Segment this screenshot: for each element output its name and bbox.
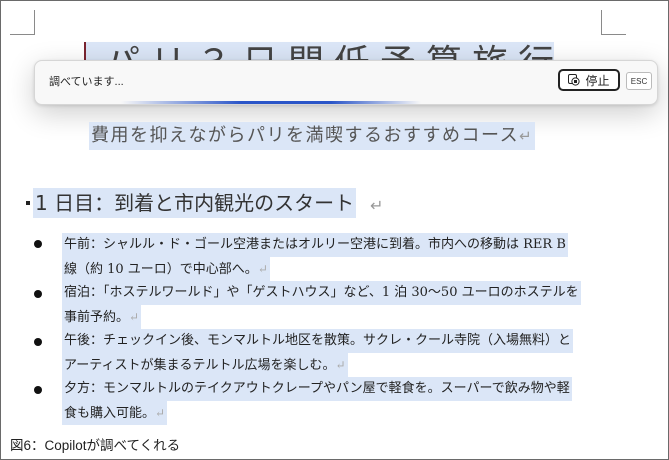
paragraph-mark: ↵: [370, 196, 384, 215]
bullet-icon: [34, 240, 42, 248]
paragraph-mark: ↵: [257, 262, 268, 276]
list-item-text: 事前予約。: [64, 310, 130, 325]
list-item-line: 線（約 10 ユーロ）で中心部へ。↵: [62, 257, 270, 281]
paragraph-mark: ↵: [335, 358, 346, 372]
bullet-icon: [34, 290, 42, 298]
stop-icon: [568, 74, 581, 86]
paragraph-mark: ↵: [155, 406, 166, 420]
bullet-icon: [34, 338, 42, 346]
list-item-line: 午前：シャルル・ド・ゴール空港またはオルリー空港に到着。市内への移動は RER …: [62, 233, 568, 257]
day1-heading-text: 1 日目：到着と市内観光のスタート: [35, 191, 355, 215]
subtitle-text: 費用を抑えながらパリを満喫するおすすめコース: [91, 125, 520, 146]
crop-mark-top-left: [10, 10, 35, 35]
list-item-text: 午前：シャルル・ド・ゴール空港またはオルリー空港に到着。市内への移動は RER …: [64, 237, 566, 252]
list-item-line: 食も購入可能。↵: [62, 401, 168, 425]
list-item-line: アーティストが集まるテルトル広場を楽しむ。↵: [62, 353, 348, 377]
heading-list-marker: [26, 201, 30, 205]
list-item-text: 午後：チェックイン後、モンマルトル地区を散策。サクレ・クール寺院（入場無料）と: [64, 333, 572, 348]
list-item-line: 事前予約。↵: [62, 305, 142, 329]
stop-button-label: 停止: [585, 73, 610, 88]
copilot-popup: 調べています... 停止 ESC: [34, 60, 658, 105]
paragraph-mark: ↵: [519, 127, 534, 145]
figure-caption: 図6：Copilotが調べてくれる: [10, 438, 181, 453]
list-item-text: 宿泊：「ホステルワールド」や「ゲストハウス」など、1 泊 30〜50 ユーロのホ…: [64, 285, 579, 300]
list-item-line: 夕方：モンマルトルのテイクアウトクレープやパン屋で軽食を。スーパーで飲み物や軽: [62, 377, 572, 401]
list-item-text: 線（約 10 ユーロ）で中心部へ。: [64, 262, 258, 277]
paragraph-mark: ↵: [129, 310, 140, 324]
esc-key-badge: ESC: [626, 72, 652, 90]
copilot-status: 調べています...: [49, 76, 124, 88]
list-item-line: 午後：チェックイン後、モンマルトル地区を散策。サクレ・クール寺院（入場無料）と: [62, 329, 574, 353]
list-item-text: アーティストが集まるテルトル広場を楽しむ。: [64, 358, 336, 373]
document-subtitle[interactable]: 費用を抑えながらパリを満喫するおすすめコース↵: [89, 122, 536, 150]
list-item-text: 夕方：モンマルトルのテイクアウトクレープやパン屋で軽食を。スーパーで飲み物や軽: [64, 381, 570, 396]
list-item-text: 食も購入可能。: [64, 406, 156, 421]
crop-mark-top-right: [601, 10, 626, 35]
day1-heading[interactable]: 1 日目：到着と市内観光のスタート: [33, 188, 357, 218]
progress-bar: [121, 101, 421, 104]
stop-button[interactable]: 停止: [558, 69, 620, 91]
list-item-line: 宿泊：「ホステルワールド」や「ゲストハウス」など、1 泊 30〜50 ユーロのホ…: [62, 281, 581, 305]
bullet-icon: [34, 386, 42, 394]
